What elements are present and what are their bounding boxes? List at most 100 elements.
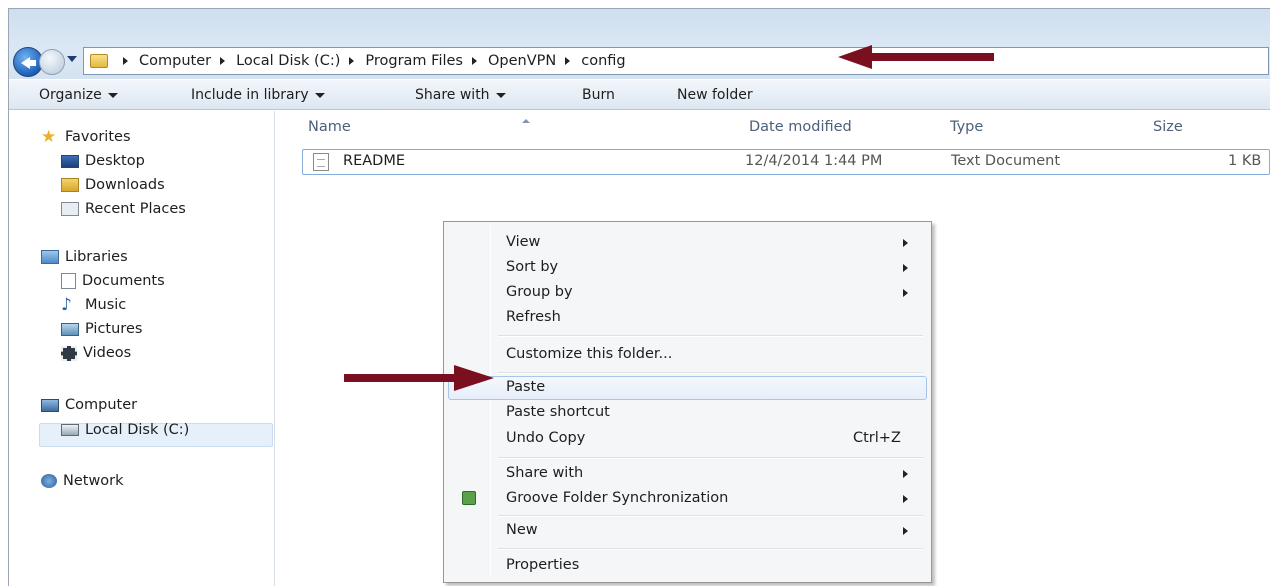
breadcrumb-computer[interactable]: Computer	[139, 53, 211, 69]
text-file-icon	[313, 153, 329, 171]
menu-item-paste-label: Paste	[506, 379, 546, 395]
nav-local-disk[interactable]: Local Disk (C:)	[61, 422, 189, 438]
address-bar-area: Computer Local Disk (C:) Program Files O…	[9, 9, 1270, 79]
submenu-arrow-icon	[903, 289, 908, 297]
column-header-size[interactable]: Size	[1153, 119, 1183, 135]
submenu-arrow-icon	[903, 495, 908, 503]
breadcrumb-openvpn[interactable]: OpenVPN	[488, 53, 556, 69]
menu-item-properties[interactable]: Properties	[448, 554, 927, 578]
chevron-right-icon[interactable]	[349, 57, 355, 65]
recent-pages-dropdown-icon[interactable]	[67, 56, 77, 62]
chevron-right-icon[interactable]	[565, 57, 571, 65]
new-folder-button[interactable]: New folder	[677, 87, 753, 103]
include-in-library-button[interactable]: Include in library	[191, 87, 325, 103]
menu-item-share-with[interactable]: Share with	[448, 462, 927, 486]
groove-sync-icon	[462, 491, 476, 505]
menu-item-refresh-label: Refresh	[506, 309, 561, 325]
recent-places-icon	[61, 202, 79, 216]
computer-icon	[41, 398, 59, 412]
menu-separator	[498, 457, 923, 459]
network-icon	[41, 474, 57, 488]
file-name: README	[343, 153, 405, 169]
nav-videos-label: Videos	[83, 345, 132, 361]
menu-item-paste-shortcut[interactable]: Paste shortcut	[448, 401, 927, 425]
organize-button[interactable]: Organize	[39, 87, 118, 103]
submenu-arrow-icon	[903, 239, 908, 247]
context-menu: View Sort by Group by Refresh Customize …	[443, 221, 932, 583]
menu-separator	[498, 372, 923, 374]
pictures-icon	[61, 322, 79, 336]
menu-item-paste[interactable]: Paste	[448, 376, 927, 400]
nav-music[interactable]: ♪ Music	[61, 297, 127, 314]
column-header-date-modified[interactable]: Date modified	[749, 119, 852, 135]
nav-computer[interactable]: Computer	[41, 397, 137, 413]
nav-computer-label: Computer	[65, 397, 138, 413]
menu-item-view-label: View	[506, 234, 541, 250]
chevron-right-icon[interactable]	[220, 57, 226, 65]
nav-pictures[interactable]: Pictures	[61, 321, 142, 337]
menu-separator	[498, 515, 923, 517]
nav-downloads-label: Downloads	[85, 177, 165, 193]
nav-downloads[interactable]: Downloads	[61, 177, 165, 193]
explorer-window: Computer Local Disk (C:) Program Files O…	[8, 8, 1270, 586]
submenu-arrow-icon	[903, 264, 908, 272]
submenu-arrow-icon	[903, 527, 908, 535]
menu-item-properties-label: Properties	[506, 557, 580, 573]
include-in-library-label: Include in library	[191, 87, 309, 103]
nav-music-label: Music	[85, 297, 127, 313]
nav-favorites[interactable]: ★ Favorites	[41, 129, 131, 146]
menu-item-refresh[interactable]: Refresh	[448, 306, 927, 330]
sort-ascending-icon	[522, 119, 530, 123]
breadcrumb-local-disk[interactable]: Local Disk (C:)	[236, 53, 340, 69]
breadcrumb-program-files[interactable]: Program Files	[365, 53, 463, 69]
menu-item-group-by-label: Group by	[506, 284, 573, 300]
column-header-name[interactable]: Name	[308, 119, 351, 135]
column-header-type[interactable]: Type	[950, 119, 983, 135]
navigation-pane: ★ Favorites Desktop Downloads Recent Pla…	[9, 111, 275, 586]
nav-documents[interactable]: Documents	[61, 273, 165, 289]
share-with-label: Share with	[415, 87, 490, 103]
nav-documents-label: Documents	[82, 273, 165, 289]
menu-item-sort-by[interactable]: Sort by	[448, 256, 927, 280]
undo-shortcut-text: Ctrl+Z	[853, 430, 901, 446]
menu-item-sort-by-label: Sort by	[506, 259, 559, 275]
menu-item-group-by[interactable]: Group by	[448, 281, 927, 305]
menu-item-view[interactable]: View	[448, 231, 927, 255]
nav-network-label: Network	[63, 473, 124, 489]
nav-local-disk-label: Local Disk (C:)	[85, 422, 190, 438]
file-row-readme[interactable]: README 12/4/2014 1:44 PM Text Document 1…	[302, 149, 1270, 175]
menu-separator	[498, 548, 923, 550]
menu-item-undo-copy[interactable]: Undo Copy Ctrl+Z	[448, 427, 927, 451]
folder-icon	[90, 54, 108, 68]
chevron-right-icon[interactable]	[123, 57, 128, 65]
hard-drive-icon	[61, 424, 79, 436]
forward-button[interactable]	[39, 49, 65, 75]
downloads-folder-icon	[61, 178, 79, 192]
breadcrumb-config[interactable]: config	[581, 53, 625, 69]
nav-libraries-label: Libraries	[65, 249, 128, 265]
menu-item-groove-sync[interactable]: Groove Folder Synchronization	[448, 487, 927, 511]
menu-separator	[498, 335, 923, 337]
menu-item-groove-label: Groove Folder Synchronization	[506, 490, 729, 506]
menu-item-new-label: New	[506, 522, 538, 538]
nav-network[interactable]: Network	[41, 473, 124, 489]
nav-videos[interactable]: Videos	[61, 345, 131, 361]
nav-recent-places[interactable]: Recent Places	[61, 201, 186, 217]
menu-item-share-with-label: Share with	[506, 465, 584, 481]
nav-recent-places-label: Recent Places	[85, 201, 186, 217]
menu-item-customize-folder[interactable]: Customize this folder...	[448, 343, 927, 367]
share-with-button[interactable]: Share with	[415, 87, 506, 103]
documents-icon	[61, 273, 76, 289]
menu-item-undo-copy-label: Undo Copy	[506, 430, 586, 446]
chevron-right-icon[interactable]	[471, 57, 477, 65]
address-bar[interactable]: Computer Local Disk (C:) Program Files O…	[83, 47, 1269, 75]
menu-item-new[interactable]: New	[448, 519, 927, 543]
nav-desktop[interactable]: Desktop	[61, 153, 145, 169]
caret-down-icon	[495, 92, 506, 98]
nav-libraries[interactable]: Libraries	[41, 249, 128, 265]
file-size: 1 KB	[1228, 153, 1262, 169]
burn-button[interactable]: Burn	[582, 87, 615, 103]
organize-label: Organize	[39, 87, 102, 103]
caret-down-icon	[107, 92, 118, 98]
file-type: Text Document	[951, 153, 1061, 169]
